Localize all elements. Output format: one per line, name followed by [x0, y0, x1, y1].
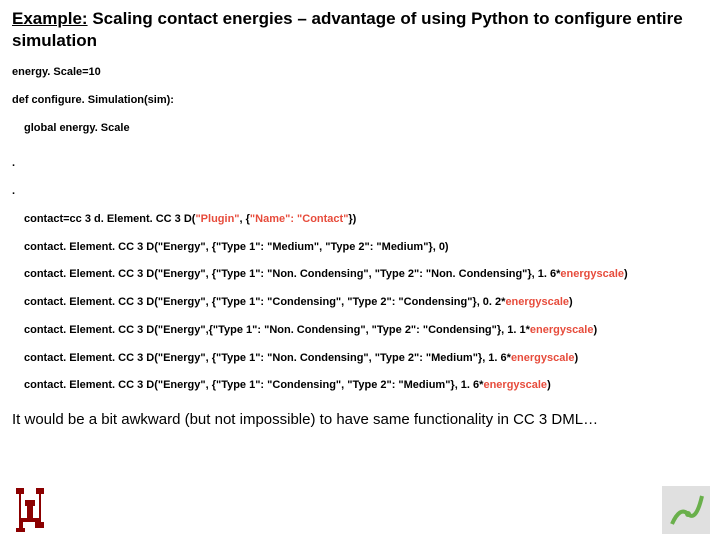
highlight: energyscale: [483, 379, 547, 391]
code-line: energy. Scale=10: [12, 66, 708, 80]
slide-title: Example: Scaling contact energies – adva…: [12, 8, 708, 52]
code-dot: .: [12, 157, 708, 171]
code-line: contact. Element. CC 3 D("Energy", {"Typ…: [12, 296, 708, 310]
highlight: energyscale: [560, 268, 624, 280]
title-rest: Scaling contact energies – advantage of …: [12, 9, 683, 50]
slide-body: Example: Scaling contact energies – adva…: [0, 0, 720, 428]
highlight: energyscale: [511, 352, 575, 364]
code-line: contact. Element. CC 3 D("Energy", {"Typ…: [12, 268, 708, 282]
code-dot: .: [12, 185, 708, 199]
code-line: contact=cc 3 d. Element. CC 3 D("Plugin"…: [12, 213, 708, 227]
code-line: contact. Element. CC 3 D("Energy", {"Typ…: [12, 379, 708, 393]
title-underlined: Example:: [12, 9, 88, 28]
highlight: "Name": "Contact": [250, 213, 348, 225]
footnote: It would be a bit awkward (but not impos…: [12, 411, 708, 428]
code-block: energy. Scale=10 def configure. Simulati…: [12, 66, 708, 393]
code-line: contact. Element. CC 3 D("Energy", {"Typ…: [12, 241, 708, 255]
code-line: def configure. Simulation(sim):: [12, 94, 708, 108]
highlight: energyscale: [505, 296, 569, 308]
highlight: "Plugin": [195, 213, 239, 225]
code-line: global energy. Scale: [12, 122, 708, 136]
highlight: energyscale: [530, 324, 594, 336]
iu-logo-icon: [10, 484, 50, 532]
code-line: contact. Element. CC 3 D("Energy",{"Type…: [12, 324, 708, 338]
compucell-logo-icon: [662, 486, 710, 534]
code-line: contact. Element. CC 3 D("Energy", {"Typ…: [12, 352, 708, 366]
